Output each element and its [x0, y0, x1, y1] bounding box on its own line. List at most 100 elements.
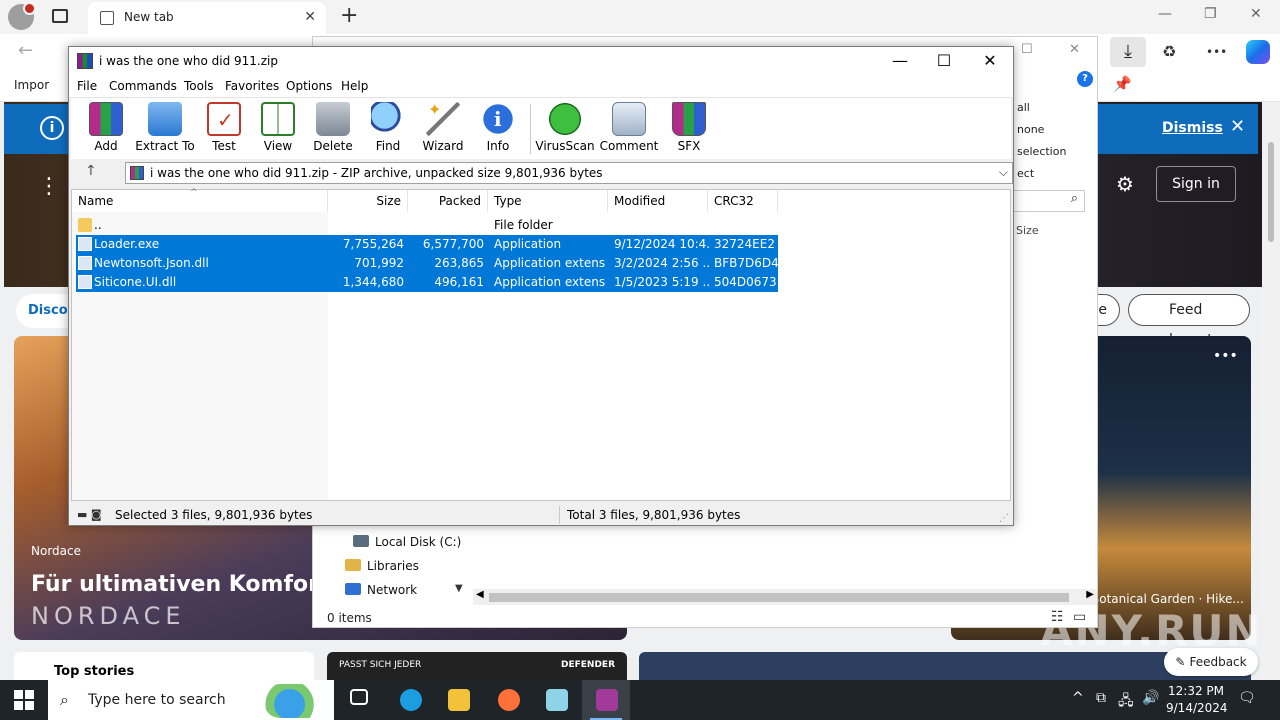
news-card-title[interactable]: Botanical Garden · Hike... [1091, 592, 1244, 606]
taskbar-generic-app-button[interactable] [532, 680, 580, 720]
tab-actions-icon[interactable] [52, 9, 68, 23]
selection-status: Selected 3 files, 9,801,936 bytes [115, 508, 313, 522]
settings-more-button[interactable]: ••• [1206, 45, 1227, 59]
taskbar-file-explorer-button[interactable] [434, 680, 482, 720]
up-one-level-icon[interactable]: ↑ [85, 163, 97, 179]
explorer-help-icon[interactable]: ? [1077, 71, 1093, 87]
nav-item-local-disk[interactable]: Local Disk (C:) [353, 535, 461, 549]
explorer-horizontal-scrollbar[interactable]: ◀ ▶ [473, 589, 1097, 605]
archive-path-field[interactable]: i was the one who did 911.zip - ZIP arch… [125, 162, 1013, 184]
menu-file[interactable]: File [77, 79, 97, 93]
browser-minimize-button[interactable]: — [1158, 6, 1172, 22]
taskbar-winrar-button[interactable] [582, 680, 630, 720]
explorer-maximize-button[interactable]: ☐ [1021, 42, 1033, 57]
top-stories-card[interactable]: Top stories [14, 652, 314, 680]
tray-app-icon[interactable]: ⧉ [1096, 690, 1106, 706]
page-scrollbar-thumb[interactable] [1268, 142, 1274, 242]
sfx-button[interactable]: SFX [659, 102, 719, 158]
network-tray-icon[interactable]: 🖧 [1118, 690, 1134, 714]
winrar-maximize-button[interactable]: ☐ [921, 50, 967, 72]
taskbar-firefox-button[interactable] [484, 680, 532, 720]
select-none-command[interactable]: none [1017, 123, 1044, 136]
taskbar-task-view-button[interactable] [336, 680, 384, 720]
wizard-button[interactable]: Wizard [413, 100, 473, 158]
comment-button[interactable]: Comment [599, 102, 659, 158]
resize-grip-icon[interactable]: ⋰ [999, 513, 1009, 524]
column-type[interactable]: Type [488, 190, 608, 212]
extensions-icon[interactable]: ♻ [1162, 42, 1176, 61]
menu-help[interactable]: Help [341, 79, 368, 93]
explorer-close-button[interactable]: ✕ [1069, 42, 1080, 57]
start-button[interactable] [14, 690, 34, 710]
extract-to-button[interactable]: Extract To [135, 102, 195, 158]
winrar-title-bar[interactable]: i was the one who did 911.zip — ☐ ✕ [69, 47, 1013, 75]
profile-avatar[interactable] [8, 2, 36, 30]
details-view-icon[interactable]: ☷ [1051, 609, 1064, 625]
taskbar-edge-button[interactable] [386, 680, 434, 720]
notifications-icon[interactable]: 🗨 [1238, 690, 1256, 706]
page-scrollbar[interactable] [1262, 102, 1280, 680]
delete-button[interactable]: Delete [303, 102, 363, 158]
menu-commands[interactable]: Commands [109, 79, 177, 93]
browser-close-button[interactable]: ✕ [1250, 6, 1262, 22]
select-command[interactable]: ect [1017, 167, 1034, 180]
explorer-scroll-thumb[interactable] [489, 593, 1069, 602]
taskbar-clock[interactable]: 12:32 PM 9/14/2024 [1166, 683, 1228, 717]
test-button[interactable]: Test [194, 102, 254, 158]
scroll-left-icon[interactable]: ◀ [476, 589, 484, 600]
card-more-button[interactable]: ••• [1213, 348, 1238, 364]
nav-item-libraries[interactable]: Libraries [345, 559, 419, 573]
show-hidden-icons-icon[interactable]: ^ [1072, 690, 1084, 706]
news-card-bottom[interactable] [639, 652, 1251, 680]
file-row[interactable]: Newtonsoft.Json.dll 701,992 263,865 Applica… [76, 254, 778, 273]
pin-icon[interactable]: 📌 [1113, 75, 1132, 93]
feedback-button[interactable]: ✎ Feedback [1164, 648, 1258, 676]
downloads-button[interactable]: ⤓ [1110, 37, 1146, 67]
info-button[interactable]: Info [468, 102, 528, 158]
row-name: Newtonsoft.Json.dll [94, 256, 209, 270]
find-button[interactable]: Find [358, 102, 418, 158]
new-tab-button[interactable]: + [340, 3, 358, 28]
column-size[interactable]: Size [328, 190, 408, 212]
nav-item-network[interactable]: Network [345, 583, 417, 597]
libraries-icon [345, 559, 361, 571]
tab-new-tab[interactable]: New tab ✕ [88, 2, 326, 34]
file-row[interactable]: Loader.exe 7,755,264 6,577,700 Application 9… [76, 235, 778, 254]
path-dropdown-icon[interactable]: ⌵ [999, 165, 1008, 180]
back-button[interactable]: ← [18, 40, 33, 61]
scroll-right-icon[interactable]: ▶ [1086, 589, 1094, 600]
column-crc32[interactable]: CRC32 [708, 190, 778, 212]
dismiss-button[interactable]: Dismiss [1162, 120, 1223, 136]
explorer-search-box[interactable]: ⌕ [1013, 190, 1085, 212]
file-row[interactable]: Siticone.UI.dll 1,344,680 496,161 Applicati… [76, 273, 778, 292]
menu-favorites[interactable]: Favorites [225, 79, 279, 93]
tiles-view-icon[interactable]: ▭ [1073, 609, 1086, 625]
defender-ad-card[interactable]: PASST SICH JEDER DEFENDER [327, 652, 627, 680]
winrar-minimize-button[interactable]: — [877, 50, 923, 72]
virusscan-button[interactable]: VirusScan [535, 102, 595, 158]
nav-scroll-down-icon[interactable]: ▼ [455, 583, 463, 594]
feed-layout-button[interactable]: Feed layout [1128, 294, 1250, 348]
import-favorites-link[interactable]: Impor [14, 78, 49, 92]
column-packed[interactable]: Packed [408, 190, 488, 212]
column-name[interactable]: ^ Name [72, 188, 328, 212]
notification-close-icon[interactable]: ✕ [1230, 116, 1245, 137]
explorer-size-header[interactable]: Size [1016, 224, 1039, 237]
invert-selection-command[interactable]: selection [1017, 145, 1066, 158]
browser-restore-button[interactable]: ❐ [1204, 6, 1217, 22]
file-row[interactable]: .. File folder [76, 216, 778, 235]
search-highlight-icon[interactable] [264, 684, 328, 718]
view-button[interactable]: View [248, 102, 308, 158]
ad-title[interactable]: Für ultimativen Komfort [31, 572, 330, 597]
copilot-icon[interactable] [1246, 40, 1270, 64]
menu-tools[interactable]: Tools [184, 79, 214, 93]
volume-icon[interactable]: 🔊 [1142, 690, 1159, 706]
column-modified[interactable]: Modified [608, 190, 708, 212]
sign-in-button[interactable]: Sign in [1156, 166, 1236, 202]
winrar-close-button[interactable]: ✕ [967, 50, 1013, 72]
select-all-command[interactable]: all [1017, 101, 1030, 114]
page-settings-icon[interactable]: ⚙ [1116, 172, 1134, 196]
menu-options[interactable]: Options [286, 79, 332, 93]
add-button[interactable]: Add [76, 102, 136, 158]
tab-close-button[interactable]: ✕ [304, 9, 316, 25]
